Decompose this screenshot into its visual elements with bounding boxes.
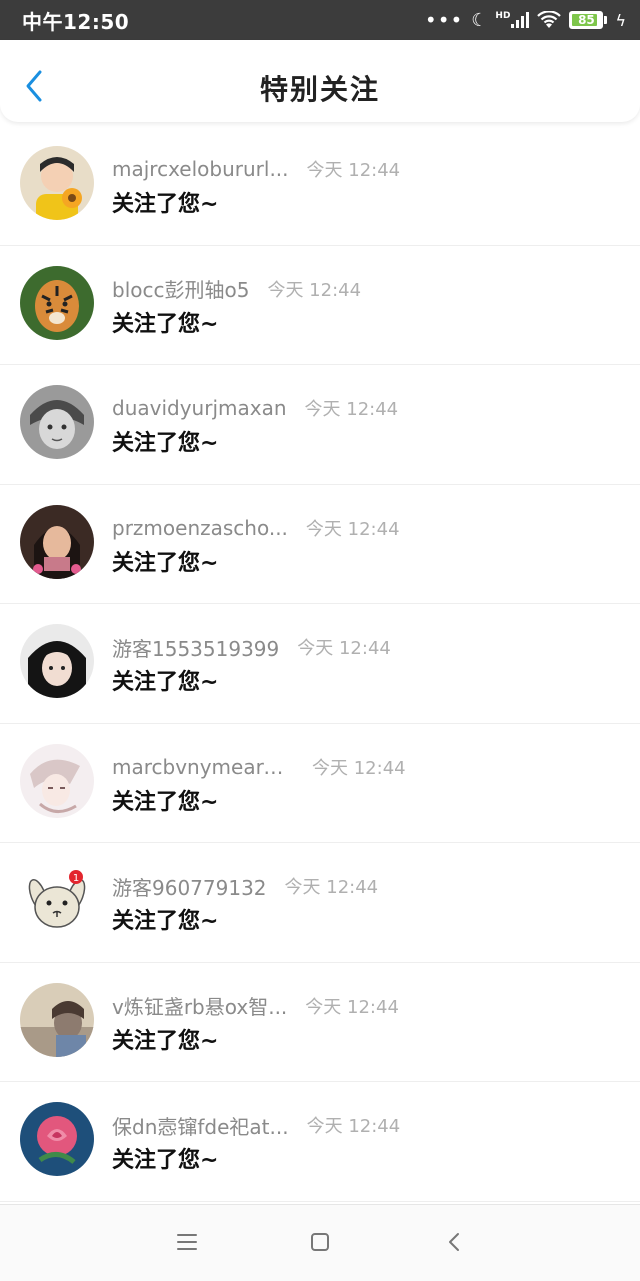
timestamp: 今天 12:44: [306, 160, 401, 181]
name-line: duavidyurjmaxan 今天 12:44: [112, 393, 398, 423]
message-text: 关注了您~: [112, 1148, 219, 1173]
message-text: 关注了您~: [112, 311, 219, 337]
message-text: 关注了您~: [112, 550, 219, 576]
user-name[interactable]: majrcxelobururl...: [112, 157, 289, 181]
hd-label: HD: [495, 11, 511, 21]
avatar-sketch-face-icon[interactable]: [20, 385, 94, 459]
list-item[interactable]: majrcxelobururl... 今天 12:44 关注了您~: [0, 126, 640, 246]
name-line: v炼钲盏rb悬ox智... 今天 12:44: [112, 991, 399, 1021]
message-text: 关注了您~: [112, 1028, 219, 1054]
list-item[interactable]: duavidyurjmaxan 今天 12:44 关注了您~: [0, 365, 640, 485]
timestamp: 今天 12:44: [267, 279, 362, 301]
header: 特别关注: [0, 40, 640, 122]
timestamp: 今天 12:44: [305, 996, 399, 1018]
user-name[interactable]: v炼钲盏rb悬ox智...: [112, 991, 287, 1020]
user-name[interactable]: marcbvnymearcj...: [112, 755, 294, 779]
timestamp: 今天 12:44: [305, 518, 400, 540]
avatar-child-sunflower-icon[interactable]: [20, 146, 94, 220]
timestamp: 今天 12:44: [284, 877, 379, 898]
more-dots-icon: •••: [424, 8, 464, 32]
name-line: przmoenzascho... 今天 12:44: [112, 513, 400, 543]
menu-icon[interactable]: [172, 1227, 202, 1257]
message-text: 关注了您~: [112, 670, 219, 695]
avatar-tiger-icon[interactable]: [20, 265, 94, 340]
list-item[interactable]: 保dn悫镩fde祀at... 今天 12:44 关注了您~: [0, 1082, 640, 1202]
wifi-icon: [537, 11, 562, 28]
timestamp: 今天 12:44: [304, 399, 399, 420]
avatar-girl-bangs-icon[interactable]: [20, 624, 94, 698]
user-name[interactable]: 保dn悫镩fde祀at...: [112, 1111, 289, 1140]
list-item[interactable]: 1 游客960779132 今天 12:44 关注了您~: [0, 843, 640, 963]
battery-level: 85: [578, 13, 595, 27]
message-text: 关注了您~: [112, 789, 219, 815]
timestamp: 今天 12:44: [312, 757, 406, 779]
name-line: 游客960779132 今天 12:44: [112, 871, 378, 901]
user-name[interactable]: blocc彭刑轴o5: [112, 274, 249, 303]
timestamp: 今天 12:44: [297, 638, 391, 659]
status-time: 中午12:50: [22, 9, 130, 34]
user-name[interactable]: przmoenzascho...: [112, 516, 288, 540]
avatar-girl-photo-icon[interactable]: [20, 504, 94, 579]
user-name[interactable]: 游客960779132: [112, 872, 267, 901]
svg-text:1: 1: [73, 873, 79, 884]
follow-list: majrcxelobururl... 今天 12:44 关注了您~ blocc彭…: [0, 126, 640, 1202]
user-name[interactable]: 游客1553519399: [112, 633, 279, 662]
name-line: marcbvnymearcj... 今天 12:44: [112, 752, 406, 782]
status-icons: ••• ☾ HD 85 ϟ: [425, 8, 626, 32]
list-item[interactable]: blocc彭刑轴o5 今天 12:44 关注了您~: [0, 246, 640, 365]
list-item[interactable]: v炼钲盏rb悬ox智... 今天 12:44 关注了您~: [0, 963, 640, 1082]
avatar-anime-icon[interactable]: [20, 743, 94, 818]
battery-icon: 85: [569, 11, 604, 29]
back-nav-icon[interactable]: [440, 1227, 470, 1257]
charging-icon: ϟ: [615, 10, 626, 30]
name-line: blocc彭刑轴o5 今天 12:44: [112, 274, 361, 304]
name-line: majrcxelobururl... 今天 12:44: [112, 154, 400, 184]
avatar-bunny-cartoon-icon[interactable]: 1: [20, 863, 94, 937]
system-nav-bar: [0, 1204, 640, 1281]
moon-icon: ☾: [471, 9, 488, 31]
timestamp: 今天 12:44: [306, 1116, 401, 1137]
avatar-person-landscape-icon[interactable]: [20, 982, 94, 1057]
name-line: 保dn悫镩fde祀at... 今天 12:44: [112, 1110, 400, 1140]
battery-indicator: 85: [569, 11, 608, 29]
list-item[interactable]: przmoenzascho... 今天 12:44 关注了您~: [0, 485, 640, 604]
signal-indicator: HD: [495, 11, 530, 28]
message-text: 关注了您~: [112, 431, 219, 456]
signal-icon: [511, 12, 530, 28]
home-icon[interactable]: [305, 1227, 335, 1257]
list-item[interactable]: 游客1553519399 今天 12:44 关注了您~: [0, 604, 640, 724]
message-text: 关注了您~: [112, 192, 219, 217]
list-item[interactable]: marcbvnymearcj... 今天 12:44 关注了您~: [0, 724, 640, 843]
avatar-rose-icon[interactable]: [20, 1102, 94, 1176]
page-title: 特别关注: [259, 73, 380, 106]
message-text: 关注了您~: [112, 909, 219, 934]
user-name[interactable]: duavidyurjmaxan: [112, 396, 287, 420]
name-line: 游客1553519399 今天 12:44: [112, 632, 391, 662]
status-bar: 中午12:50 ••• ☾ HD 85 ϟ: [0, 0, 640, 40]
